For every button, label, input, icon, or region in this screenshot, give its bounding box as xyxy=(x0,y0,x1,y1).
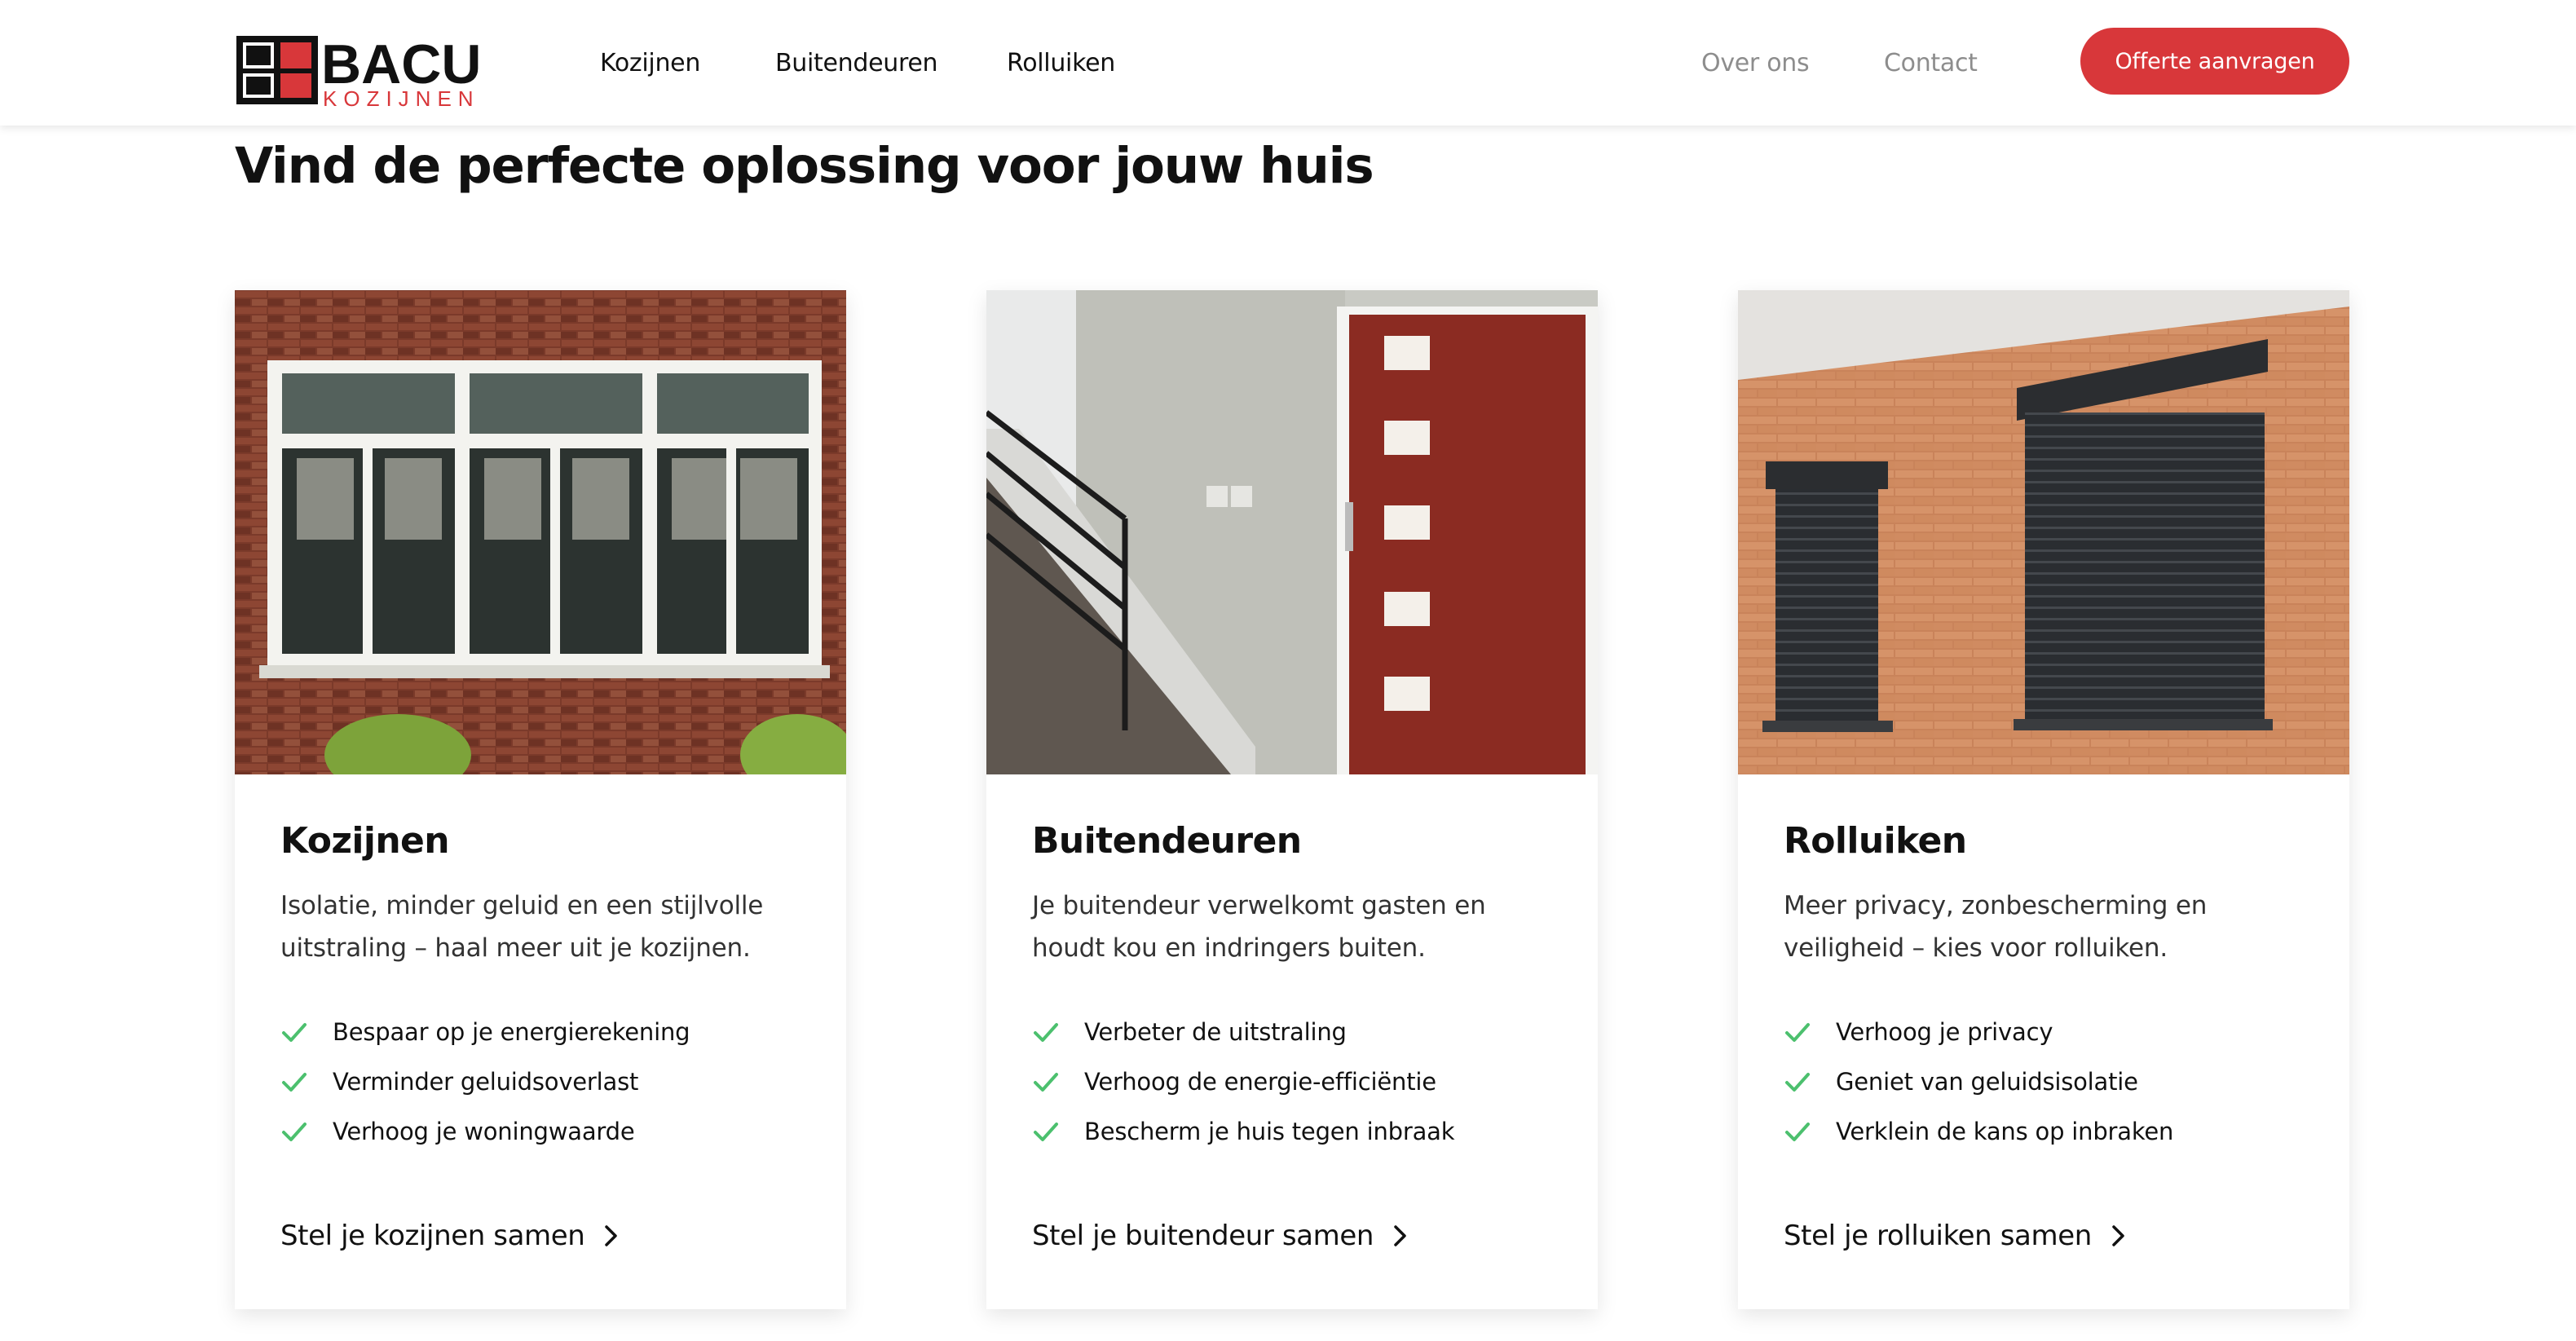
stel-je-kozijnen-samen-link[interactable]: Stel je kozijnen samen xyxy=(280,1220,620,1252)
nav-kozijnen[interactable]: Kozijnen xyxy=(600,49,700,77)
card-description: Isolatie, minder geluid en een stijlvoll… xyxy=(280,891,764,963)
primary-nav: Kozijnen xyxy=(600,0,700,126)
feature-label: Verklein de kans op inbraken xyxy=(1836,1117,2174,1145)
card-title: Buitendeuren xyxy=(1032,820,1302,862)
page-title: Vind de perfecte oplossing voor jouw hui… xyxy=(235,137,1374,195)
stel-je-buitendeur-samen-link[interactable]: Stel je buitendeur samen xyxy=(1032,1220,1409,1252)
feature-label: Verminder geluidsoverlast xyxy=(333,1067,639,1096)
check-icon xyxy=(282,1122,307,1141)
nav-rolluiken[interactable]: Rolluiken xyxy=(1007,49,1115,77)
list-item: Geniet van geluidsisolatie xyxy=(1784,1056,2317,1106)
feature-label: Verhoog de energie-efficiëntie xyxy=(1084,1067,1436,1096)
feature-label: Verhoog je privacy xyxy=(1836,1017,2053,1046)
window-frame-photo xyxy=(235,290,846,774)
list-item: Bespaar op je energierekening xyxy=(280,1007,814,1056)
bacu-logo[interactable]: BACU KOZIJNEN xyxy=(235,31,496,109)
feature-list: Bespaar op je energierekening Verminder … xyxy=(280,1007,814,1156)
check-icon xyxy=(282,1072,307,1092)
list-item: Bescherm je huis tegen inbraak xyxy=(1032,1106,1565,1156)
chevron-right-icon xyxy=(1394,1225,1406,1246)
check-icon xyxy=(1785,1122,1810,1141)
card-link-label: Stel je kozijnen samen xyxy=(280,1220,585,1252)
list-item: Verminder geluidsoverlast xyxy=(280,1056,814,1106)
card-title: Kozijnen xyxy=(280,820,450,862)
check-icon xyxy=(1034,1072,1058,1092)
stel-je-rolluiken-samen-link[interactable]: Stel je rolluiken samen xyxy=(1784,1220,2128,1252)
feature-label: Bescherm je huis tegen inbraak xyxy=(1084,1117,1455,1145)
feature-label: Geniet van geluidsisolatie xyxy=(1836,1067,2138,1096)
card-title: Rolluiken xyxy=(1784,820,1967,862)
front-door-photo xyxy=(986,290,1598,774)
card-link-label: Stel je rolluiken samen xyxy=(1784,1220,2092,1252)
list-item: Verhoog je privacy xyxy=(1784,1007,2317,1056)
check-icon xyxy=(1785,1022,1810,1042)
list-item: Verbeter de uitstraling xyxy=(1032,1007,1565,1056)
nav-over-ons[interactable]: Over ons xyxy=(1701,49,1810,77)
site-header: BACU KOZIJNEN Kozijnen Buitendeuren Roll… xyxy=(0,0,2576,126)
card-description: Meer privacy, zonbescherming en veilighe… xyxy=(1784,891,2208,963)
roller-shutter-photo xyxy=(1738,290,2349,774)
feature-list: Verbeter de uitstraling Verhoog de energ… xyxy=(1032,1007,1565,1156)
card-buitendeuren[interactable]: Buitendeuren Je buitendeur verwelkomt ga… xyxy=(986,290,1598,1309)
card-description: Je buitendeur verwelkomt gasten en houdt… xyxy=(1032,891,1486,963)
list-item: Verklein de kans op inbraken xyxy=(1784,1106,2317,1156)
chevron-right-icon xyxy=(2112,1225,2124,1246)
feature-label: Verhoog je woningwaarde xyxy=(333,1117,635,1145)
feature-list: Verhoog je privacy Geniet van geluidsiso… xyxy=(1784,1007,2317,1156)
card-link-label: Stel je buitendeur samen xyxy=(1032,1220,1374,1252)
card-kozijnen[interactable]: Kozijnen Isolatie, minder geluid en een … xyxy=(235,290,846,1309)
nav-buitendeuren[interactable]: Buitendeuren xyxy=(775,49,938,77)
feature-label: Verbeter de uitstraling xyxy=(1084,1017,1347,1046)
check-icon xyxy=(282,1022,307,1042)
nav-contact[interactable]: Contact xyxy=(1884,49,1978,77)
check-icon xyxy=(1034,1122,1058,1141)
feature-label: Bespaar op je energierekening xyxy=(333,1017,690,1046)
check-icon xyxy=(1785,1072,1810,1092)
chevron-right-icon xyxy=(605,1225,618,1246)
list-item: Verhoog je woningwaarde xyxy=(280,1106,814,1156)
secondary-nav: Over ons xyxy=(1701,0,1810,126)
logo-subtitle: KOZIJNEN xyxy=(323,86,480,109)
check-icon xyxy=(1034,1022,1058,1042)
offerte-aanvragen-button[interactable]: Offerte aanvragen xyxy=(2080,28,2349,95)
card-rolluiken[interactable]: Rolluiken Meer privacy, zonbescherming e… xyxy=(1738,290,2349,1309)
list-item: Verhoog de energie-efficiëntie xyxy=(1032,1056,1565,1106)
